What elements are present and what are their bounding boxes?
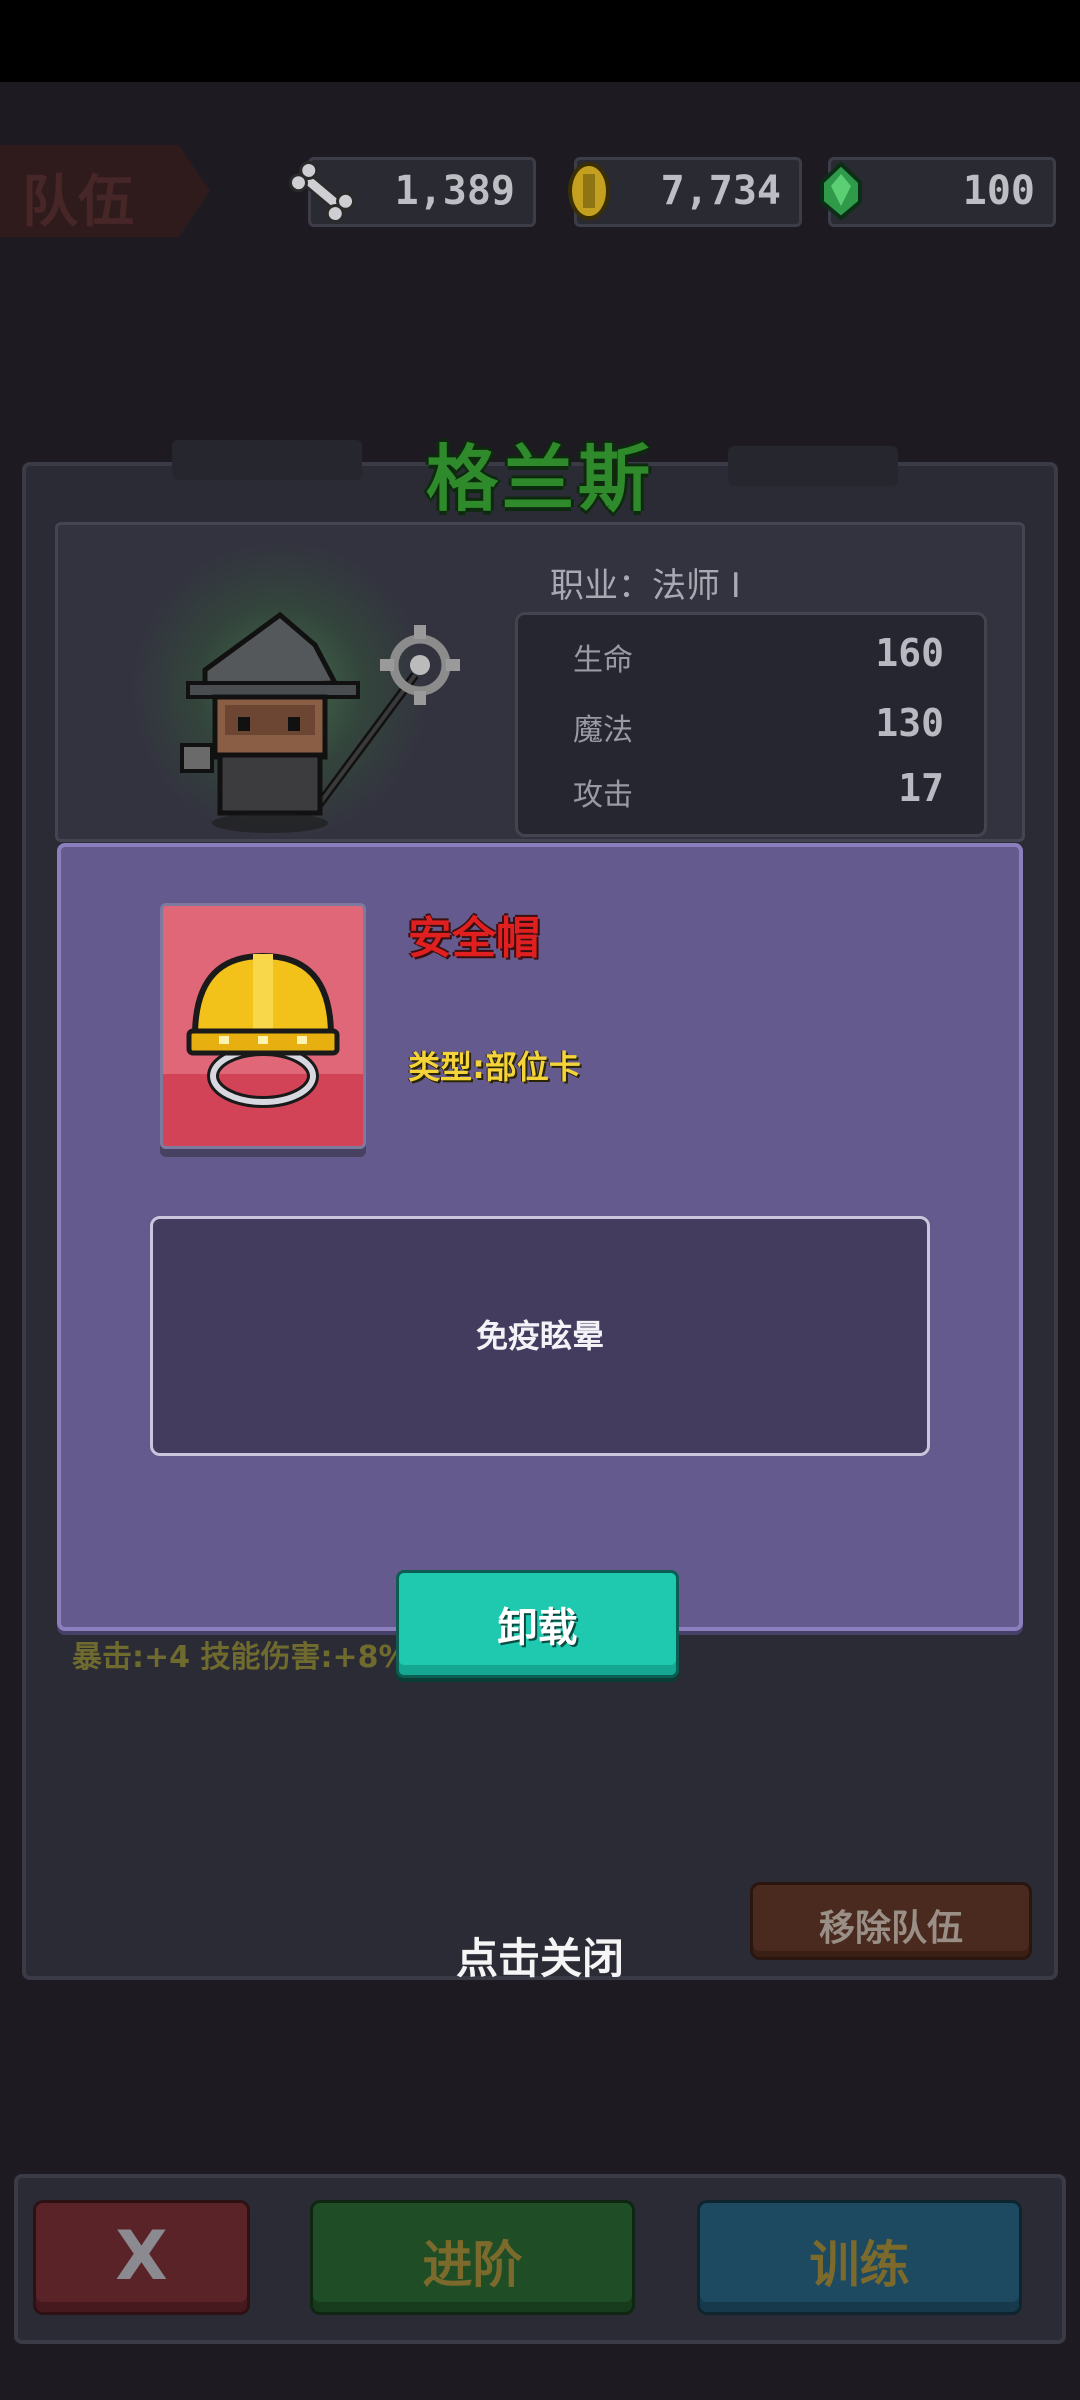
item-description: 免疫眩晕 bbox=[475, 1317, 604, 1355]
item-type: 类型:部位卡 bbox=[408, 1048, 581, 1086]
advance-button[interactable]: 进阶 bbox=[310, 2200, 635, 2315]
advance-label: 进阶 bbox=[422, 2236, 523, 2294]
stat-row-hp: 生命 160 bbox=[518, 625, 984, 685]
gold-count: 7,734 bbox=[660, 168, 781, 214]
gold-coin-icon bbox=[568, 162, 610, 220]
hero-bonus-stats: 暴击:+4 技能伤害:+8% bbox=[72, 1640, 409, 1675]
team-tab-label: 队伍 bbox=[22, 170, 134, 235]
stat-label: 攻击 bbox=[573, 778, 633, 813]
unload-button[interactable]: 卸载 bbox=[396, 1570, 679, 1678]
stat-label: 生命 bbox=[573, 643, 633, 678]
close-x-label: X bbox=[115, 2217, 168, 2296]
unload-label: 卸载 bbox=[497, 1605, 578, 1651]
item-name: 安全帽 bbox=[408, 913, 540, 964]
stat-row-mp: 魔法 130 bbox=[518, 695, 984, 755]
hard-hat-icon bbox=[186, 952, 340, 1108]
item-card bbox=[160, 903, 366, 1149]
stat-label: 魔法 bbox=[573, 713, 633, 748]
item-description-box: 免疫眩晕 bbox=[150, 1216, 930, 1456]
green-gem-icon bbox=[820, 161, 862, 221]
status-bar bbox=[0, 0, 1080, 82]
train-label: 训练 bbox=[809, 2236, 910, 2294]
team-tab[interactable]: 队伍 bbox=[0, 145, 210, 237]
hero-name: 格兰斯 bbox=[425, 437, 654, 521]
gem-count: 100 bbox=[962, 168, 1035, 214]
train-button[interactable]: 训练 bbox=[697, 2200, 1022, 2315]
stat-value: 130 bbox=[875, 701, 944, 745]
stat-row-atk: 攻击 17 bbox=[518, 760, 984, 820]
wizard-hero-sprite bbox=[180, 611, 460, 833]
stat-value: 160 bbox=[875, 631, 944, 675]
tap-to-close-hint[interactable]: 点击关闭 bbox=[0, 1925, 1080, 1986]
hero-job: 职业：法师 I bbox=[550, 566, 741, 606]
bone-count: 1,389 bbox=[394, 168, 515, 214]
close-x-button[interactable]: X bbox=[33, 2200, 250, 2315]
hero-stats: 生命 160 魔法 130 攻击 17 bbox=[515, 612, 987, 837]
bone-icon bbox=[288, 160, 356, 224]
stat-value: 17 bbox=[898, 766, 944, 810]
